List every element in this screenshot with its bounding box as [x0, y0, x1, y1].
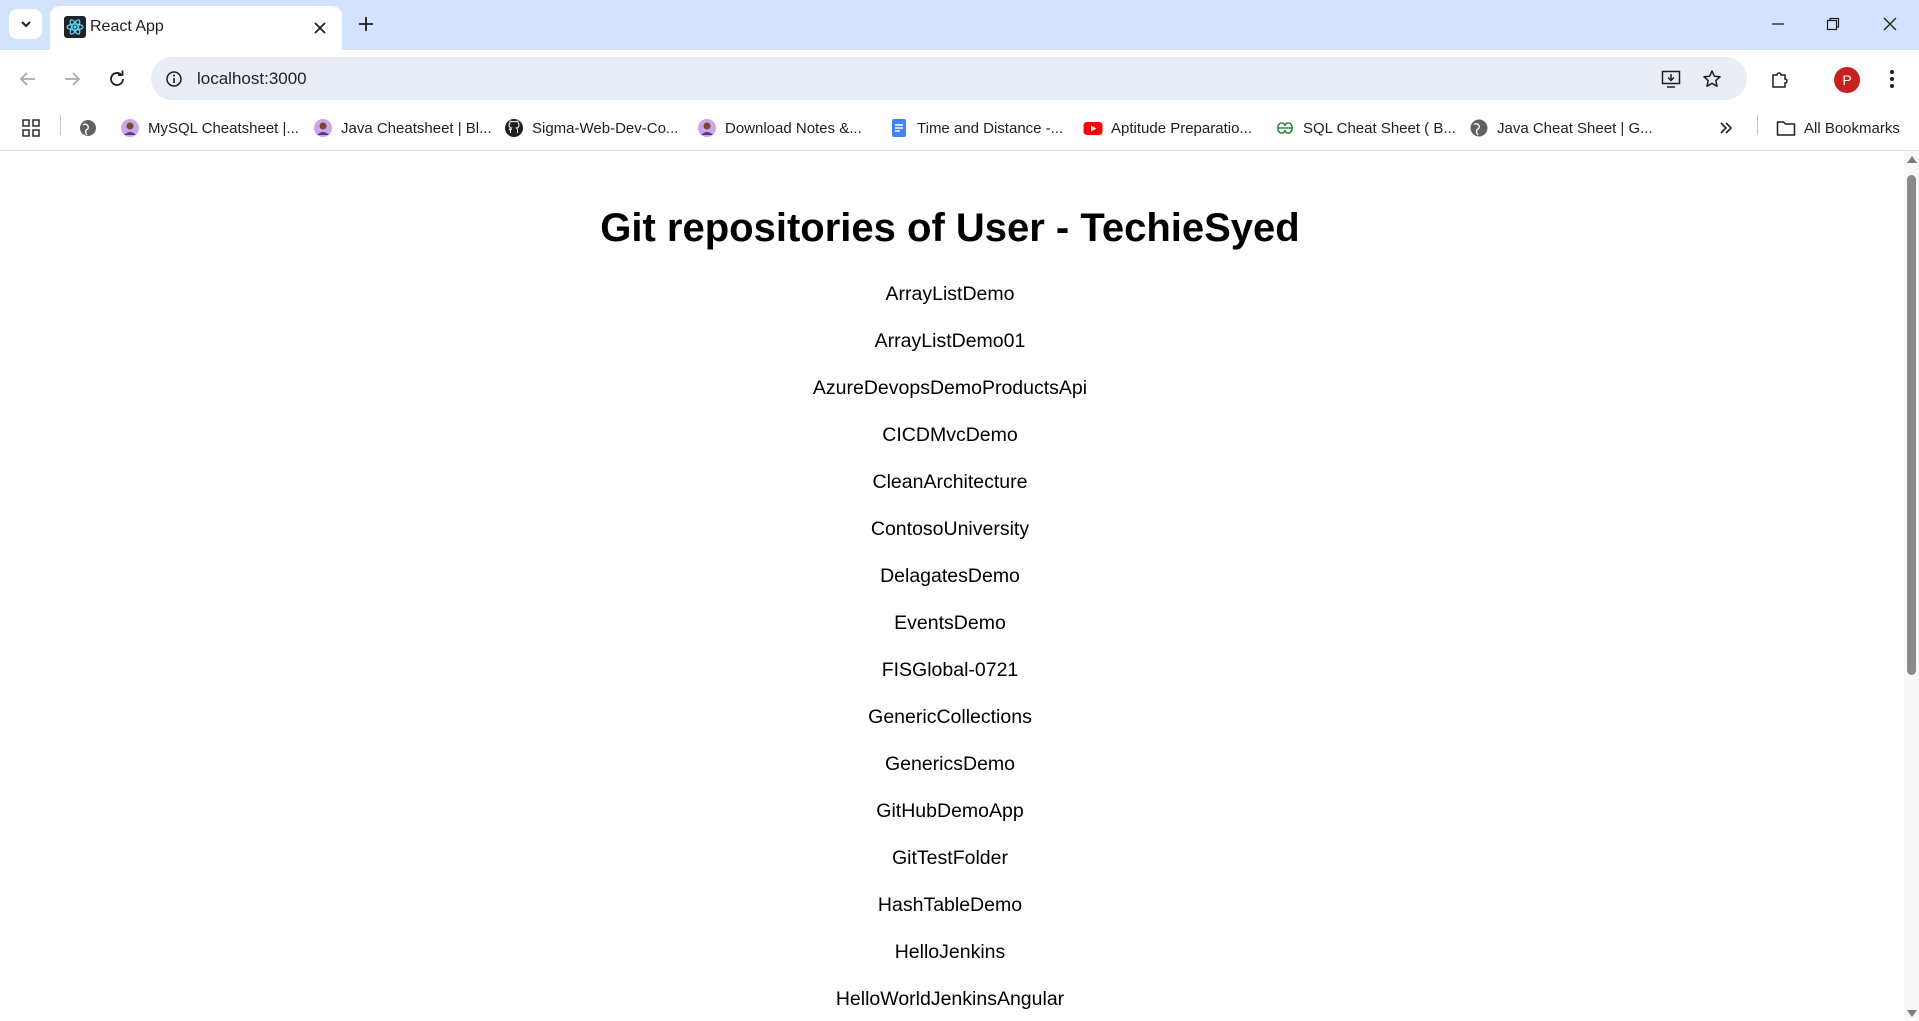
- repo-item: EventsDemo: [894, 612, 1006, 634]
- bookmark-item[interactable]: Download Notes &...: [697, 115, 862, 141]
- tab-title: React App: [90, 18, 164, 35]
- scrollbar-thumb[interactable]: [1907, 175, 1916, 675]
- repo-item: HashTableDemo: [877, 894, 1023, 916]
- all-bookmarks-button[interactable]: All Bookmarks: [1776, 115, 1900, 141]
- arrow-left-icon: [19, 72, 35, 86]
- minimize-icon: [1772, 23, 1784, 25]
- browser-menu-kebab-icon[interactable]: [1882, 64, 1902, 94]
- avatar-icon: [697, 118, 717, 138]
- gfg-icon: [1275, 118, 1295, 138]
- github-icon: [504, 118, 524, 138]
- arrow-right-icon: [65, 72, 81, 86]
- repo-item: ArrayListDemo01: [874, 330, 1026, 352]
- all-bookmarks-label: All Bookmarks: [1804, 119, 1900, 137]
- globe-icon: [1469, 118, 1489, 138]
- tab-search-button[interactable]: [9, 9, 42, 39]
- bookmark-item[interactable]: Sigma-Web-Dev-Co...: [504, 115, 678, 141]
- repo-item: CICDMvcDemo: [882, 424, 1018, 446]
- window-close-button[interactable]: [1872, 8, 1908, 40]
- chevron-down-icon: [20, 21, 31, 28]
- bookmark-label: Sigma-Web-Dev-Co...: [532, 119, 679, 137]
- react-icon: [64, 16, 86, 38]
- more-bookmarks-chevron-icon[interactable]: [1718, 115, 1734, 141]
- bookmark-label: Java Cheat Sheet | G...: [1497, 119, 1653, 137]
- docs-icon: [889, 118, 909, 138]
- reload-button[interactable]: [102, 64, 132, 94]
- install-app-icon[interactable]: [1659, 67, 1683, 91]
- bookmark-label: Java Cheatsheet | Bl...: [341, 119, 492, 137]
- close-icon: [1883, 17, 1897, 31]
- url-text[interactable]: localhost:3000: [197, 69, 307, 89]
- minimize-button[interactable]: [1760, 8, 1796, 40]
- bookmark-label: SQL Cheat Sheet ( B...: [1303, 119, 1456, 137]
- bookmarks-divider: [60, 115, 61, 135]
- bookmark-item[interactable]: Java Cheat Sheet | G...: [1469, 115, 1653, 141]
- globe-icon[interactable]: [79, 115, 97, 141]
- repo-item: ArrayListDemo: [885, 283, 1015, 305]
- bookmark-label: Time and Distance -...: [917, 119, 1064, 137]
- scroll-up-arrow-icon[interactable]: [1907, 156, 1917, 163]
- vertical-scrollbar[interactable]: [1904, 151, 1919, 1021]
- repo-item: CleanArchitecture: [872, 471, 1028, 493]
- bookmark-item[interactable]: Java Cheatsheet | Bl...: [313, 115, 492, 141]
- bookmarks-bar: MySQL Cheatsheet |... Java Cheatsheet | …: [0, 107, 1919, 151]
- repo-item: DelagatesDemo: [880, 565, 1020, 587]
- forward-button[interactable]: [57, 64, 87, 94]
- plus-icon: [359, 17, 373, 31]
- repo-item: HelloJenkins: [894, 941, 1006, 963]
- restore-button[interactable]: [1815, 8, 1851, 40]
- folder-icon: [1776, 118, 1796, 138]
- restore-icon: [1826, 17, 1840, 31]
- new-tab-button[interactable]: [353, 11, 379, 37]
- browser-toolbar: localhost:3000: [0, 50, 1919, 107]
- repo-item: ContosoUniversity: [870, 518, 1030, 540]
- bookmark-item[interactable]: SQL Cheat Sheet ( B...: [1275, 115, 1456, 141]
- bookmarks-divider: [1757, 115, 1758, 135]
- repo-item: AzureDevopsDemoProductsApi: [812, 377, 1088, 399]
- apps-grid-icon[interactable]: [22, 115, 40, 141]
- bookmark-item[interactable]: Time and Distance -...: [889, 115, 1063, 141]
- bookmark-star-icon[interactable]: [1700, 67, 1724, 91]
- repo-item: FISGlobal-0721: [881, 659, 1019, 681]
- back-button[interactable]: [13, 64, 43, 94]
- repo-item: GenericsDemo: [884, 753, 1016, 775]
- repo-item: GitTestFolder: [892, 847, 1008, 869]
- avatar-icon: [120, 118, 140, 138]
- address-bar[interactable]: localhost:3000: [151, 57, 1747, 100]
- bookmark-label: MySQL Cheatsheet |...: [148, 119, 299, 137]
- site-info-icon[interactable]: [163, 68, 185, 90]
- tab-react-app[interactable]: React App: [50, 6, 342, 50]
- repo-item: GenericCollections: [868, 706, 1032, 728]
- bookmark-item[interactable]: Aptitude Preparatio...: [1083, 115, 1252, 141]
- avatar-icon: [313, 118, 333, 138]
- bookmark-label: Aptitude Preparatio...: [1111, 119, 1252, 137]
- tab-close-button[interactable]: [308, 16, 332, 40]
- reload-icon: [110, 70, 124, 86]
- repo-list: ArrayListDemo ArrayListDemo01 AzureDevopsD…: [0, 283, 1900, 1021]
- page-title: Git repositories of User - TechieSyed: [600, 206, 1300, 250]
- page-viewport: Git repositories of User - TechieSyed Ar…: [0, 151, 1904, 1021]
- repo-item: GitHubDemoApp: [876, 800, 1024, 822]
- bookmark-label: Download Notes &...: [725, 119, 862, 137]
- youtube-icon: [1083, 118, 1103, 138]
- close-icon: [314, 22, 326, 34]
- bookmark-item[interactable]: MySQL Cheatsheet |...: [120, 115, 299, 141]
- repo-item: HelloWorldJenkinsAngular: [835, 988, 1065, 1010]
- profile-avatar[interactable]: P: [1834, 67, 1860, 93]
- scroll-down-arrow-icon[interactable]: [1907, 1010, 1917, 1017]
- browser-titlebar: React App: [0, 0, 1919, 50]
- extensions-puzzle-icon[interactable]: [1765, 64, 1795, 94]
